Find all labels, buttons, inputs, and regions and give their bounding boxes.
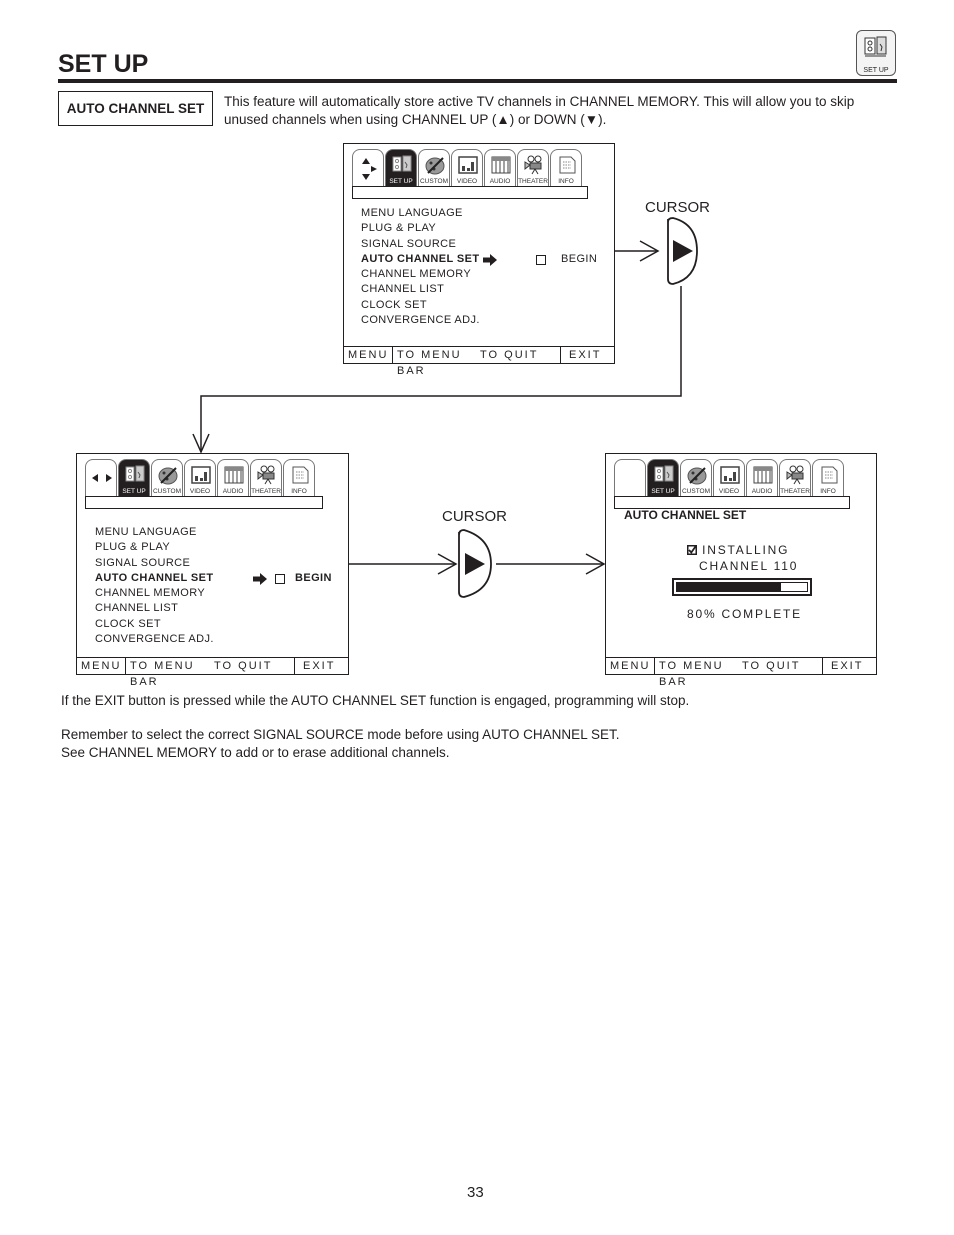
signal-source-note: Remember to select the correct SIGNAL SO… <box>61 727 620 742</box>
flow-connectors <box>192 217 698 598</box>
exit-note: If the EXIT button is pressed while the … <box>61 693 690 708</box>
connector-line <box>200 286 682 452</box>
cursor-label: CURSOR <box>645 199 711 216</box>
cursor-right-button[interactable] <box>667 217 698 285</box>
cursor-right-button[interactable] <box>458 529 492 598</box>
page-number: 33 <box>467 1184 484 1201</box>
channel-memory-note: See CHANNEL MEMORY to add or to erase ad… <box>61 745 450 760</box>
cursor-label: CURSOR <box>442 508 508 525</box>
